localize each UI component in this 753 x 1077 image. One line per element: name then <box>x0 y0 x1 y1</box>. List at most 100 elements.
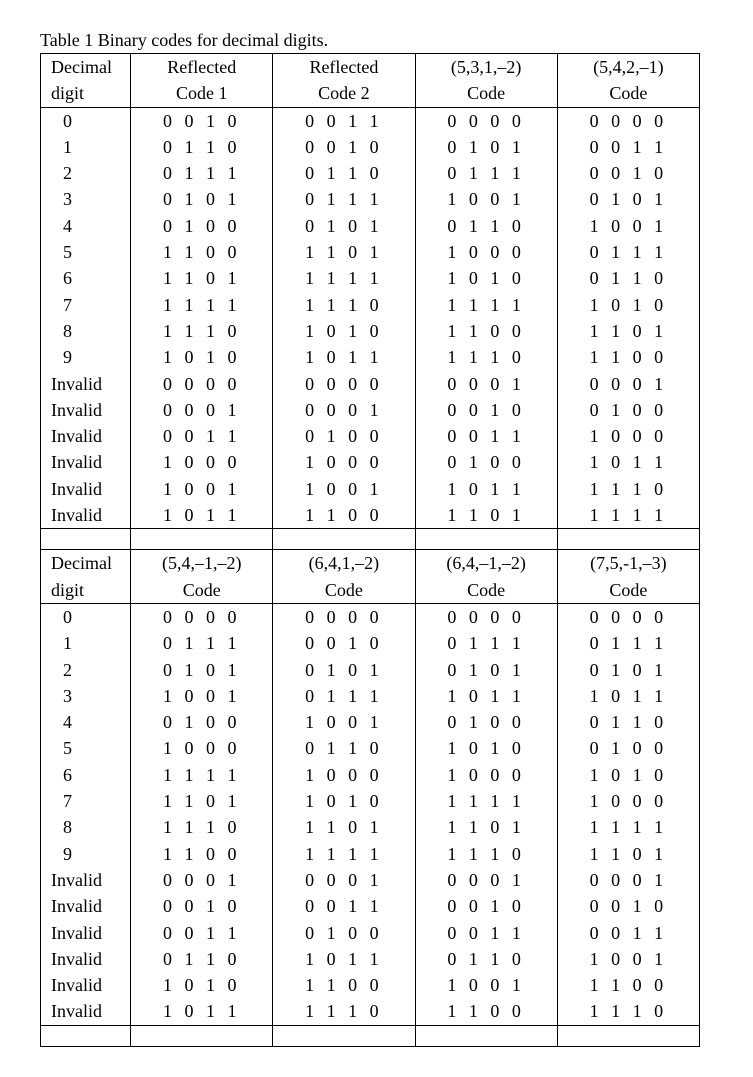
code-cell: 0 0 1 0 <box>557 893 699 919</box>
code-cell: 0 1 1 1 <box>415 630 557 656</box>
code-cell: 0 1 1 0 <box>415 213 557 239</box>
code-cell: 1 0 0 0 <box>273 449 415 475</box>
col-header-code: Code <box>557 80 699 107</box>
code-cell: 1 0 0 1 <box>131 476 273 502</box>
code-cell: 0 0 0 0 <box>131 371 273 397</box>
spacer-cell <box>41 1025 131 1046</box>
digit-cell: 5 <box>41 735 131 761</box>
code-cell: 0 1 0 0 <box>557 735 699 761</box>
code-cell: 1 1 0 0 <box>557 344 699 370</box>
code-cell: 0 1 1 1 <box>557 630 699 656</box>
col-header-digit: Decimal <box>41 550 131 577</box>
code-cell: 0 1 0 1 <box>131 186 273 212</box>
digit-cell: Invalid <box>41 449 131 475</box>
code-cell: 0 0 0 1 <box>415 371 557 397</box>
code-cell: 0 1 0 0 <box>273 920 415 946</box>
code-cell: 1 1 0 0 <box>415 318 557 344</box>
code-cell: 1 0 1 1 <box>273 946 415 972</box>
code-cell: 1 1 1 1 <box>557 814 699 840</box>
col-header-code: (6,4,1,–2) <box>273 550 415 577</box>
col-header-code: Reflected <box>131 54 273 81</box>
digit-cell: Invalid <box>41 893 131 919</box>
code-cell: 1 1 1 1 <box>273 841 415 867</box>
code-cell: 1 1 0 0 <box>273 972 415 998</box>
digit-cell: 4 <box>41 213 131 239</box>
code-cell: 1 1 0 1 <box>557 841 699 867</box>
code-cell: 1 1 1 1 <box>131 762 273 788</box>
spacer-cell <box>415 1025 557 1046</box>
code-cell: 0 0 1 1 <box>557 134 699 160</box>
code-cell: 1 0 1 0 <box>415 265 557 291</box>
code-cell: 0 1 1 0 <box>557 709 699 735</box>
code-cell: 1 0 0 1 <box>557 213 699 239</box>
code-cell: 1 0 1 1 <box>131 502 273 529</box>
code-cell: 1 0 1 1 <box>415 476 557 502</box>
code-cell: 1 0 0 0 <box>415 762 557 788</box>
spacer-cell <box>273 529 415 550</box>
digit-cell: 3 <box>41 186 131 212</box>
code-cell: 0 1 0 0 <box>131 213 273 239</box>
code-cell: 0 0 0 0 <box>131 603 273 630</box>
code-cell: 0 0 1 0 <box>557 160 699 186</box>
digit-cell: Invalid <box>41 972 131 998</box>
code-cell: 1 0 1 1 <box>131 998 273 1025</box>
code-cell: 0 0 1 0 <box>415 397 557 423</box>
code-cell: 0 0 1 1 <box>131 920 273 946</box>
code-cell: 0 1 0 0 <box>131 709 273 735</box>
code-cell: 0 0 1 1 <box>415 920 557 946</box>
digit-cell: 9 <box>41 841 131 867</box>
code-cell: 0 1 1 1 <box>273 186 415 212</box>
spacer-cell <box>557 529 699 550</box>
code-cell: 1 1 1 1 <box>415 788 557 814</box>
code-cell: 0 1 0 1 <box>415 657 557 683</box>
col-header-code: Code <box>415 577 557 604</box>
code-cell: 1 1 0 1 <box>273 814 415 840</box>
code-cell: 1 1 0 0 <box>415 998 557 1025</box>
digit-cell: 4 <box>41 709 131 735</box>
code-cell: 1 0 0 1 <box>415 186 557 212</box>
digit-cell: 5 <box>41 239 131 265</box>
code-cell: 0 1 0 1 <box>557 186 699 212</box>
code-cell: 0 0 0 1 <box>273 397 415 423</box>
code-cell: 0 0 0 0 <box>415 603 557 630</box>
code-cell: 1 0 1 0 <box>273 788 415 814</box>
table-caption: Table 1 Binary codes for decimal digits. <box>40 30 713 51</box>
code-cell: 1 1 0 1 <box>415 502 557 529</box>
code-cell: 1 0 1 0 <box>557 762 699 788</box>
code-cell: 0 0 1 0 <box>273 134 415 160</box>
code-cell: 0 0 1 1 <box>557 920 699 946</box>
code-cell: 1 0 1 0 <box>131 972 273 998</box>
code-cell: 0 1 1 0 <box>131 134 273 160</box>
code-cell: 0 0 0 1 <box>557 867 699 893</box>
code-cell: 1 0 0 0 <box>131 735 273 761</box>
code-cell: 1 1 0 0 <box>273 502 415 529</box>
code-cell: 0 1 1 0 <box>415 946 557 972</box>
col-header-code: (7,5,-1,–3) <box>557 550 699 577</box>
code-cell: 1 0 1 1 <box>415 683 557 709</box>
digit-cell: 8 <box>41 318 131 344</box>
code-cell: 0 0 1 0 <box>273 630 415 656</box>
spacer-cell <box>131 1025 273 1046</box>
code-cell: 0 1 1 0 <box>557 265 699 291</box>
code-cell: 0 0 0 1 <box>131 397 273 423</box>
digit-cell: Invalid <box>41 423 131 449</box>
code-cell: 1 0 1 0 <box>557 292 699 318</box>
col-header-digit: Decimal <box>41 54 131 81</box>
code-cell: 0 0 1 1 <box>131 423 273 449</box>
code-cell: 0 1 0 1 <box>273 657 415 683</box>
digit-cell: 6 <box>41 762 131 788</box>
code-cell: 1 1 1 0 <box>273 998 415 1025</box>
code-cell: 0 0 0 1 <box>557 371 699 397</box>
code-cell: 1 0 0 1 <box>131 683 273 709</box>
code-cell: 0 0 1 1 <box>415 423 557 449</box>
code-cell: 1 0 0 1 <box>557 946 699 972</box>
code-cell: 1 1 1 0 <box>415 841 557 867</box>
code-cell: 1 1 1 0 <box>557 476 699 502</box>
codes-table: DecimalReflectedReflected(5,3,1,–2)(5,4,… <box>40 53 700 1047</box>
col-header-code: Code 1 <box>131 80 273 107</box>
code-cell: 1 0 1 0 <box>131 344 273 370</box>
digit-cell: 7 <box>41 292 131 318</box>
code-cell: 0 1 0 0 <box>415 449 557 475</box>
digit-cell: Invalid <box>41 867 131 893</box>
code-cell: 0 1 0 1 <box>273 213 415 239</box>
